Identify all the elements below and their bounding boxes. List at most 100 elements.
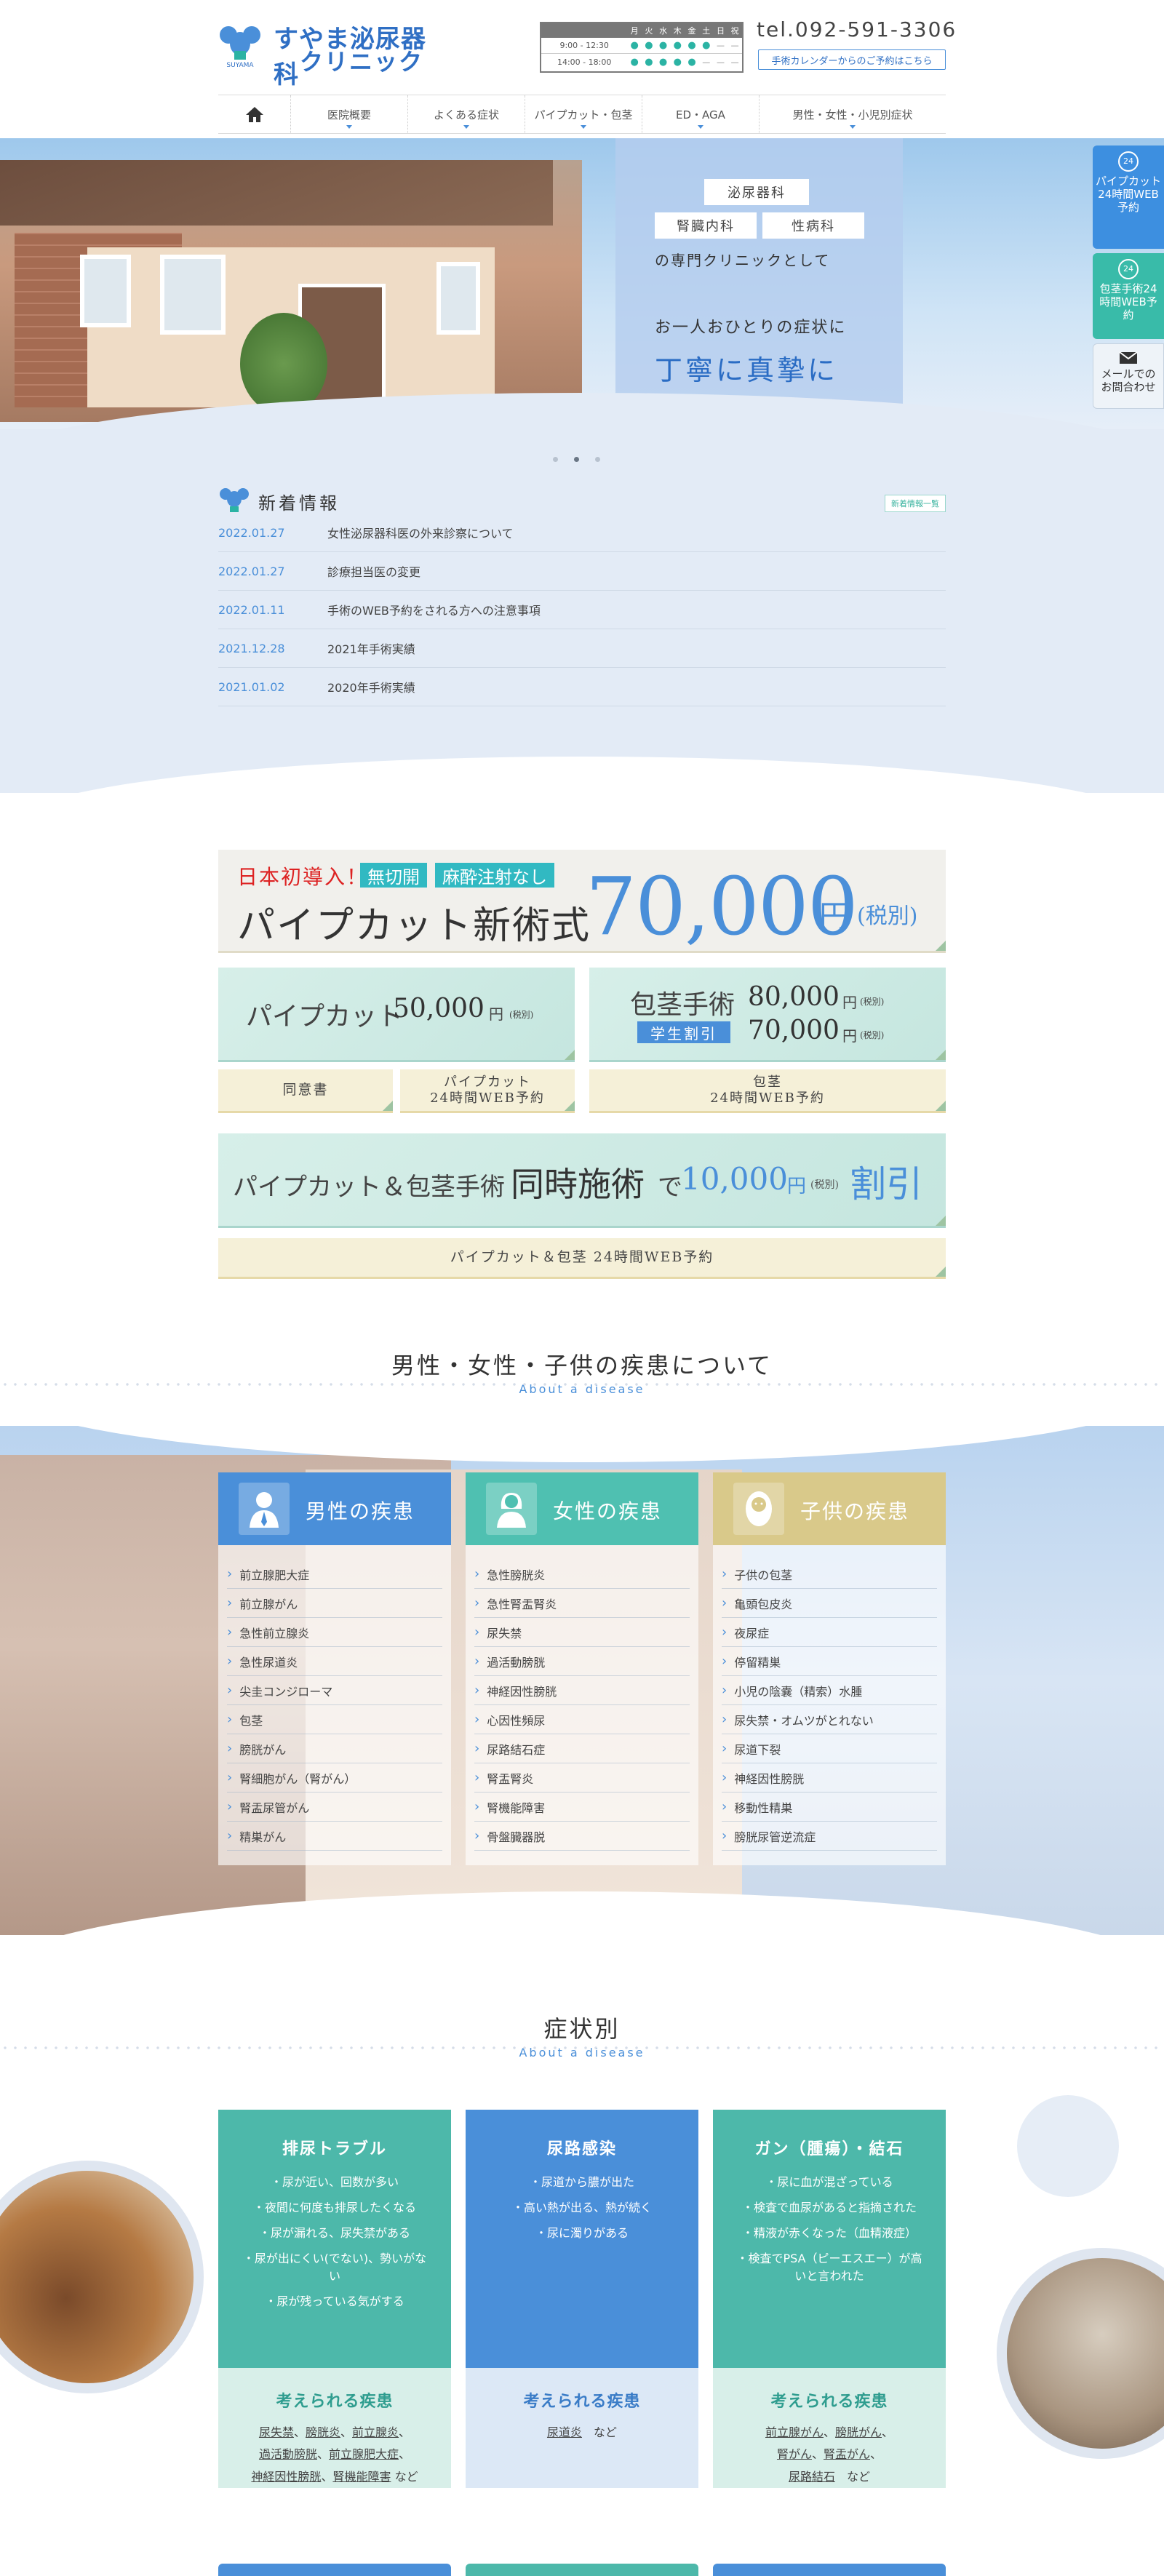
children-disease-header[interactable]: 子供の疾患 bbox=[713, 1472, 946, 1545]
symptom-card-top[interactable]: 尿路感染 ・尿道から膿が出た ・高い熱が出る、熱が続く ・尿に濁りがある bbox=[466, 2110, 698, 2368]
disease-link[interactable]: 過活動膀胱 bbox=[259, 2447, 317, 2461]
hours-mark: — bbox=[730, 57, 739, 67]
news-list-link[interactable]: 新着情報一覧 bbox=[885, 495, 946, 512]
site-header: SUYAMA すやま泌尿器科 クリニック 月 火 水 木 金 土 日 祝 9:0… bbox=[0, 0, 1164, 145]
disease-link[interactable]: 急性腎盂腎炎 bbox=[474, 1589, 690, 1618]
news-title-text: 2020年手術実績 bbox=[327, 681, 415, 695]
office-photo bbox=[997, 2248, 1164, 2459]
chevron-down-icon bbox=[463, 125, 469, 129]
disease-link[interactable]: 尖圭コンジローマ bbox=[227, 1676, 442, 1705]
mail-contact-side-button[interactable]: メールでのお問合わせ bbox=[1093, 343, 1164, 409]
disease-link[interactable]: 小児の陰嚢（精索）水腫 bbox=[722, 1676, 937, 1705]
disease-link[interactable]: 膀胱炎 bbox=[306, 2425, 340, 2439]
disease-link[interactable]: 膀胱がん bbox=[227, 1734, 442, 1763]
hours-mark: ● bbox=[673, 56, 682, 68]
considered-diseases: 前立腺がん、膀胱がん、 腎がん、腎盂がん、 尿路結石 など bbox=[765, 2425, 894, 2484]
disease-link[interactable]: 腎盂腎炎 bbox=[474, 1763, 690, 1793]
hokei-price-banner[interactable]: 包茎手術 学生割引 80,000 円 (税別) 70,000 円 (税別) bbox=[589, 968, 946, 1062]
disease-link[interactable]: 亀頭包皮炎 bbox=[722, 1589, 937, 1618]
nav-item-symptoms[interactable]: よくある症状 bbox=[408, 95, 525, 133]
slider-dot[interactable] bbox=[553, 457, 558, 462]
disease-link[interactable]: 膀胱尿管逆流症 bbox=[722, 1822, 937, 1851]
symptom-card-title: 排尿トラブル bbox=[282, 2140, 387, 2158]
disease-link[interactable]: 尿路結石 bbox=[789, 2470, 835, 2484]
news-item[interactable]: 2021.01.02 2020年手術実績 bbox=[218, 668, 946, 706]
nav-home[interactable] bbox=[218, 95, 291, 133]
disease-link[interactable]: 神経因性膀胱 bbox=[251, 2470, 321, 2484]
disease-link[interactable]: 停留精巣 bbox=[722, 1647, 937, 1676]
tax-label: (税別) bbox=[860, 1030, 885, 1040]
disease-link[interactable]: 前立腺肥大症 bbox=[227, 1560, 442, 1589]
disease-link[interactable]: 神経因性膀胱 bbox=[722, 1763, 937, 1793]
day-label: 祝 bbox=[730, 26, 739, 36]
news-date: 2022.01.27 bbox=[218, 525, 285, 540]
disease-link[interactable]: 前立腺炎 bbox=[352, 2425, 399, 2439]
combo-discount-banner[interactable]: パイプカット＆包茎手術 同時施術 で 10,000 円 (税別) 割引 bbox=[218, 1133, 946, 1228]
disease-link[interactable]: 包茎 bbox=[227, 1705, 442, 1734]
news-item[interactable]: 2022.01.11 手術のWEB予約をされる方への注意事項 bbox=[218, 591, 946, 629]
disease-link[interactable]: 骨盤臓器脱 bbox=[474, 1822, 690, 1851]
news-item[interactable]: 2022.01.27 女性泌尿器科医の外来診察について bbox=[218, 514, 946, 552]
disease-link[interactable]: 尿失禁 bbox=[259, 2425, 294, 2439]
women-disease-header[interactable]: 女性の疾患 bbox=[466, 1472, 698, 1545]
disease-link[interactable]: 腎機能障害 bbox=[332, 2470, 391, 2484]
disease-link[interactable]: 腎盂尿管がん bbox=[227, 1793, 442, 1822]
pipecut-price-banner[interactable]: パイプカット 50,000 円 (税別) bbox=[218, 968, 575, 1062]
clock-24-icon: 24 bbox=[1118, 259, 1139, 279]
slider-dot-active[interactable] bbox=[574, 457, 579, 462]
phone-number[interactable]: tel.092-591-3306 bbox=[757, 17, 957, 41]
pipecut-web-reserve-button[interactable]: パイプカット 24時間WEB予約 bbox=[400, 1069, 575, 1113]
disease-link[interactable]: 前立腺がん bbox=[765, 2425, 824, 2439]
disease-link[interactable]: 前立腺がん bbox=[227, 1589, 442, 1618]
symptom-title: 症状別 bbox=[543, 2015, 621, 2043]
news-item[interactable]: 2022.01.27 診療担当医の変更 bbox=[218, 552, 946, 591]
men-disease-header[interactable]: 男性の疾患 bbox=[218, 1472, 451, 1545]
slider-dot[interactable] bbox=[595, 457, 600, 462]
surgery-calendar-button[interactable]: 手術カレンダーからのご予約はこちら bbox=[758, 49, 946, 70]
news-item[interactable]: 2021.12.28 2021年手術実績 bbox=[218, 629, 946, 668]
pipecut-reserve-side-button[interactable]: 24 パイプカット24時間WEB予約 bbox=[1093, 145, 1164, 249]
nav-item-pipecut[interactable]: パイプカット・包茎 bbox=[525, 95, 642, 133]
disease-link[interactable]: 尿路結石症 bbox=[474, 1734, 690, 1763]
disease-link[interactable]: 前立腺肥大症 bbox=[329, 2447, 399, 2461]
nav-item-ed-aga[interactable]: ED・AGA bbox=[642, 95, 760, 133]
disease-link[interactable]: 腎がん bbox=[777, 2447, 812, 2461]
disease-link[interactable]: 移動性精巣 bbox=[722, 1793, 937, 1822]
disease-link[interactable]: 腎盂がん bbox=[824, 2447, 870, 2461]
mail-icon bbox=[1119, 351, 1138, 364]
disease-link[interactable]: 膀胱がん bbox=[835, 2425, 882, 2439]
disease-link[interactable]: 腎細胞がん（腎がん） bbox=[227, 1763, 442, 1793]
disease-link[interactable]: 精巣がん bbox=[227, 1822, 442, 1851]
disease-link[interactable]: 尿道炎 bbox=[547, 2425, 582, 2439]
hero-photo-tree bbox=[240, 313, 327, 415]
symptom-card-top[interactable]: ガン（腫瘍）・結石 ・尿に血が混ざっている ・検査で血尿があると指摘された ・精… bbox=[713, 2110, 946, 2368]
disease-link[interactable]: 尿失禁 bbox=[474, 1618, 690, 1647]
hours-mark: ● bbox=[630, 56, 639, 68]
disease-link[interactable]: 夜尿症 bbox=[722, 1618, 937, 1647]
combo-web-reserve-button[interactable]: パイプカット＆包茎 24時間WEB予約 bbox=[218, 1238, 946, 1279]
disease-link[interactable]: 急性膀胱炎 bbox=[474, 1560, 690, 1589]
hokei-reserve-side-button[interactable]: 24 包茎手術24時間WEB予約 bbox=[1093, 253, 1164, 339]
news-title: 新着情報 bbox=[258, 493, 340, 514]
disease-link[interactable]: 尿道下裂 bbox=[722, 1734, 937, 1763]
chevron-down-icon bbox=[850, 125, 856, 129]
symptom-card-top[interactable]: 排尿トラブル ・尿が近い、回数が多い ・夜間に何度も排尿したくなる ・尿が漏れる… bbox=[218, 2110, 451, 2368]
nav-item-about[interactable]: 医院概要 bbox=[291, 95, 408, 133]
nav-item-by-gender[interactable]: 男性・女性・小児別症状 bbox=[760, 95, 946, 133]
decor-circle bbox=[1017, 2095, 1119, 2197]
nav-label: パイプカット・包茎 bbox=[534, 108, 633, 121]
disease-link[interactable]: 腎機能障害 bbox=[474, 1793, 690, 1822]
disease-link[interactable]: 子供の包茎 bbox=[722, 1560, 937, 1589]
pipecut-new-method-banner[interactable]: 日本初導入！ 無切開 麻酔注射なし パイプカット新術式 70,000 円 (税別… bbox=[218, 850, 946, 953]
hokei-web-reserve-button[interactable]: 包茎 24時間WEB予約 bbox=[589, 1069, 946, 1113]
disease-link[interactable]: 心因性頻尿 bbox=[474, 1705, 690, 1734]
disease-link[interactable]: 過活動膀胱 bbox=[474, 1647, 690, 1676]
site-logo[interactable]: SUYAMA すやま泌尿器科 クリニック bbox=[218, 19, 444, 89]
disease-link[interactable]: 尿失禁・オムツがとれない bbox=[722, 1705, 937, 1734]
consent-form-button[interactable]: 同意書 bbox=[218, 1069, 393, 1113]
disease-link[interactable]: 急性前立腺炎 bbox=[227, 1618, 442, 1647]
disease-link[interactable]: 急性尿道炎 bbox=[227, 1647, 442, 1676]
student-discount-badge: 学生割引 bbox=[637, 1021, 730, 1043]
disease-link[interactable]: 神経因性膀胱 bbox=[474, 1676, 690, 1705]
yen-label: 円 bbox=[842, 994, 857, 1011]
